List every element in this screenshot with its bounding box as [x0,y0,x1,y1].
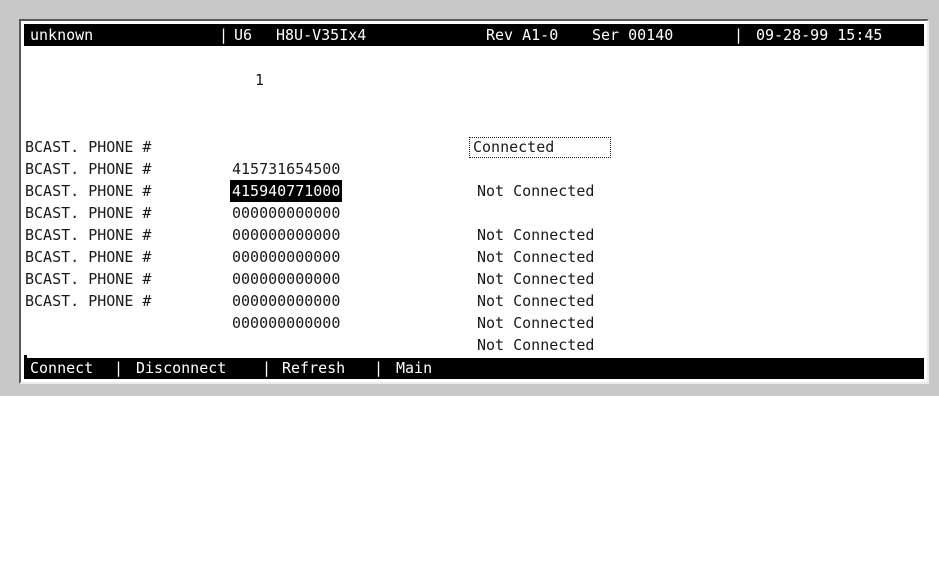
cursor-marker [24,355,27,360]
serial-number: Ser 00140 [592,26,674,44]
phone-label: BCAST. PHONE # [25,292,152,310]
phone-row[interactable]: BCAST. PHONE # 000000000000 Not Connecte… [25,224,925,310]
terminal-screen: unknown | U6 H8U-V35Ix4 Rev A1-0 Ser 001… [19,19,929,384]
system-name: unknown [30,26,94,44]
refresh-button[interactable]: Refresh [282,358,345,379]
unit-id: U6 [234,26,253,44]
connection-status: Connected [469,137,612,158]
date-time: 09-28-99 15:45 [756,26,883,44]
phone-row[interactable]: BCAST. PHONE # 000000000000 Not Connecte… [25,202,925,288]
phone-number-field[interactable]: 000000000000 [230,290,342,312]
page-number: 1 [255,71,265,89]
connect-button[interactable]: Connect [30,358,93,379]
revision: Rev A1-0 [486,26,559,44]
phone-row[interactable]: BCAST. PHONE # 000000000000 Not Connecte… [25,246,925,332]
status-header-bar: unknown | U6 H8U-V35Ix4 Rev A1-0 Ser 001… [24,24,924,46]
phone-row[interactable]: BCAST. PHONE # 000000000000 Not Connecte… [25,158,925,244]
disconnect-button[interactable]: Disconnect [136,358,226,379]
connection-status: Not Connected [477,292,595,310]
phone-row[interactable]: BCAST. PHONE # 415940771000 Connected [25,136,925,202]
model-name: H8U-V35Ix4 [276,26,367,44]
phone-row[interactable]: BCAST. PHONE # 000000000000 Not Connecte… [25,180,925,266]
window-frame: unknown | U6 H8U-V35Ix4 Rev A1-0 Ser 001… [0,0,939,396]
connection-status: Not Connected [477,314,595,332]
menu-separator: | [114,359,124,377]
phone-row[interactable]: BCAST. PHONE # 000000000000 Not Connecte… [25,268,925,354]
phone-row[interactable]: BCAST. PHONE # 415731654500 Not Connecte… [25,114,925,200]
connection-status: Not Connected [477,336,595,354]
phone-number-field[interactable]: 000000000000 [230,312,342,334]
header-separator: | [734,26,744,44]
menu-separator: | [374,359,384,377]
menu-separator: | [262,359,272,377]
main-button[interactable]: Main [396,358,432,379]
command-menu-bar: Connect | Disconnect | Refresh | Main [24,355,924,379]
header-separator: | [219,26,229,44]
